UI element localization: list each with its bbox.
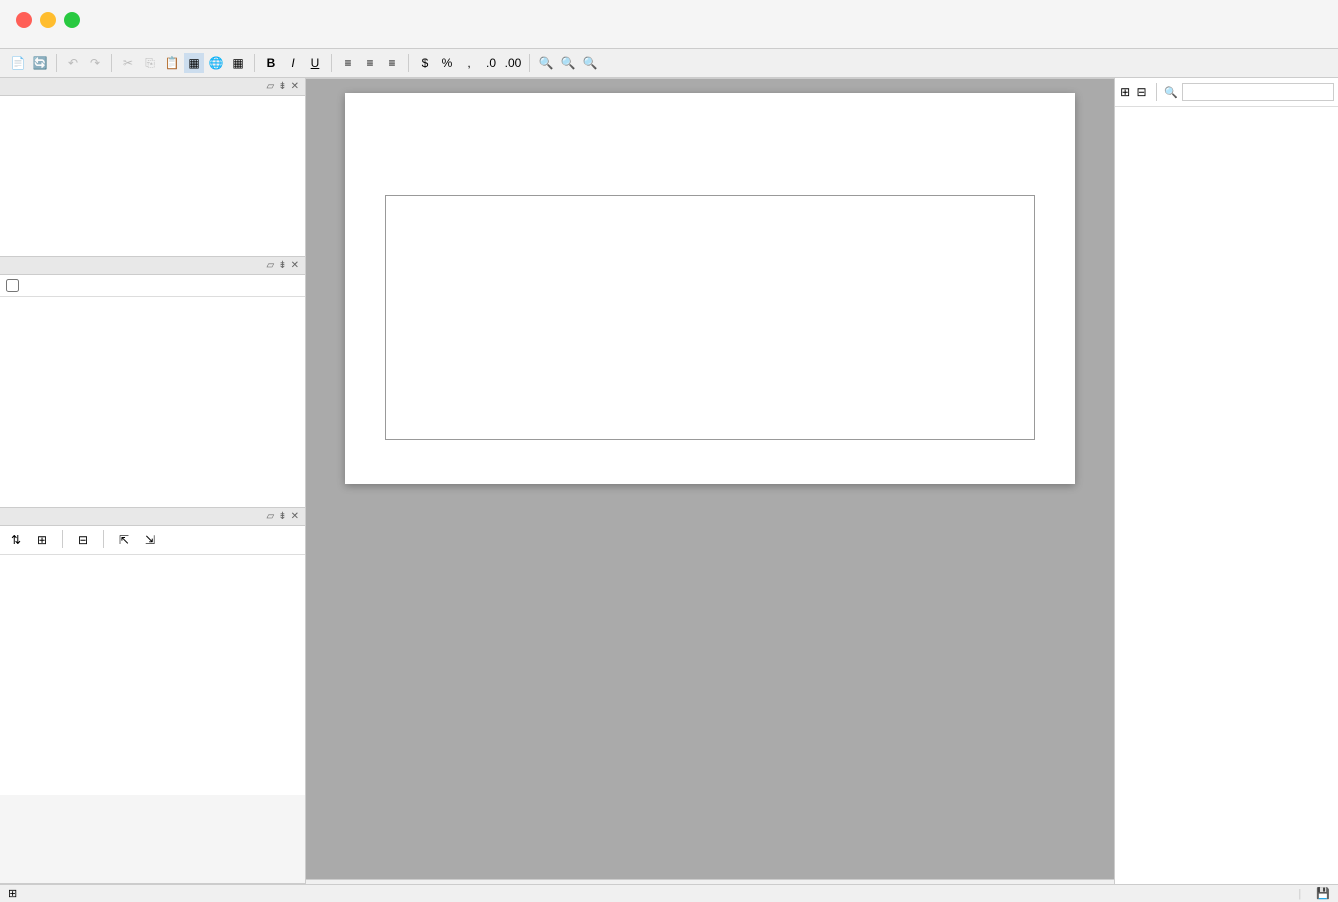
- maximize-window-button[interactable]: [64, 12, 80, 28]
- pin-icon[interactable]: ⇟: [278, 81, 286, 92]
- percent-icon[interactable]: %: [437, 53, 457, 73]
- new-icon[interactable]: 📄: [8, 53, 28, 73]
- search-icon: 🔍: [1164, 86, 1178, 99]
- statusbar: ⊞ | 💾: [0, 884, 1338, 902]
- minimize-window-button[interactable]: [40, 12, 56, 28]
- show-calculations-row[interactable]: [0, 275, 305, 297]
- property-toolbar: ⇅ ⊞ ⊟ ⇱ ⇲: [0, 526, 305, 555]
- prop-tool2-icon[interactable]: ⇲: [140, 530, 160, 550]
- project-tree[interactable]: [0, 96, 305, 256]
- property-grid[interactable]: [0, 555, 305, 795]
- currency-icon[interactable]: $: [415, 53, 435, 73]
- prop-tool1-icon[interactable]: ⇱: [114, 530, 134, 550]
- expand-all-icon[interactable]: ⊞: [1119, 82, 1131, 102]
- dock-icon[interactable]: ▱: [267, 81, 275, 92]
- status-left-icon[interactable]: ⊞: [8, 887, 17, 900]
- tool2-icon[interactable]: 🌐: [206, 53, 226, 73]
- expand-icon[interactable]: ⊟: [73, 530, 93, 550]
- timeseries-chart[interactable]: [385, 195, 1035, 440]
- categorize-icon[interactable]: ⊞: [32, 530, 52, 550]
- decimal-inc-icon[interactable]: .00: [503, 53, 523, 73]
- redo-icon[interactable]: ↷: [85, 53, 105, 73]
- bold-icon[interactable]: B: [261, 53, 281, 73]
- pin-icon[interactable]: ⇟: [278, 260, 286, 271]
- property-inspector-header: ▱⇟ ✕: [0, 508, 305, 526]
- collapse-all-icon[interactable]: ⊟: [1135, 82, 1147, 102]
- undo-icon[interactable]: ↶: [63, 53, 83, 73]
- tool1-icon[interactable]: ▦: [184, 53, 204, 73]
- comma-icon[interactable]: ,: [459, 53, 479, 73]
- project-browser-header: ▱⇟ ✕: [0, 78, 305, 96]
- main-toolbar: 📄 🔄 ↶ ↷ ✂ ⎘ 📋 ▦ 🌐 ▦ B I U ≡ ≡ ≡ $ % , .0…: [0, 49, 1338, 78]
- italic-icon[interactable]: I: [283, 53, 303, 73]
- status-icon[interactable]: 💾: [1316, 888, 1330, 900]
- zoom-in-icon[interactable]: 🔍: [580, 53, 600, 73]
- paste-icon[interactable]: 📋: [162, 53, 182, 73]
- tool3-icon[interactable]: ▦: [228, 53, 248, 73]
- close-window-button[interactable]: [16, 12, 32, 28]
- report-page[interactable]: [345, 93, 1075, 484]
- zoom-out-icon[interactable]: 🔍: [558, 53, 578, 73]
- sort-icon[interactable]: ⇅: [6, 530, 26, 550]
- dock-icon[interactable]: ▱: [267, 511, 275, 522]
- menubar: [0, 40, 1338, 49]
- underline-icon[interactable]: U: [305, 53, 325, 73]
- zoom-fit-icon[interactable]: 🔍: [536, 53, 556, 73]
- show-calculations-checkbox[interactable]: [6, 279, 19, 292]
- copy-icon[interactable]: ⎘: [140, 53, 160, 73]
- dock-icon[interactable]: ▱: [267, 260, 275, 271]
- key-tree[interactable]: [0, 297, 305, 507]
- close-icon[interactable]: ✕: [291, 511, 299, 522]
- report-start-row: [385, 145, 1035, 160]
- titlebar: [0, 0, 1338, 40]
- decimal-dec-icon[interactable]: .0: [481, 53, 501, 73]
- report-end-row: [385, 170, 1035, 185]
- pin-icon[interactable]: ⇟: [278, 511, 286, 522]
- close-icon[interactable]: ✕: [291, 260, 299, 271]
- refresh-icon[interactable]: 🔄: [30, 53, 50, 73]
- palette-toolbar: ⊞ ⊟ 🔍: [1115, 78, 1338, 107]
- align-left-icon[interactable]: ≡: [338, 53, 358, 73]
- align-right-icon[interactable]: ≡: [382, 53, 402, 73]
- design-canvas[interactable]: [306, 79, 1114, 879]
- key-browser-header: ▱⇟ ✕: [0, 257, 305, 275]
- palette-filter-input[interactable]: [1182, 83, 1334, 101]
- close-icon[interactable]: ✕: [291, 81, 299, 92]
- cut-icon[interactable]: ✂: [118, 53, 138, 73]
- align-center-icon[interactable]: ≡: [360, 53, 380, 73]
